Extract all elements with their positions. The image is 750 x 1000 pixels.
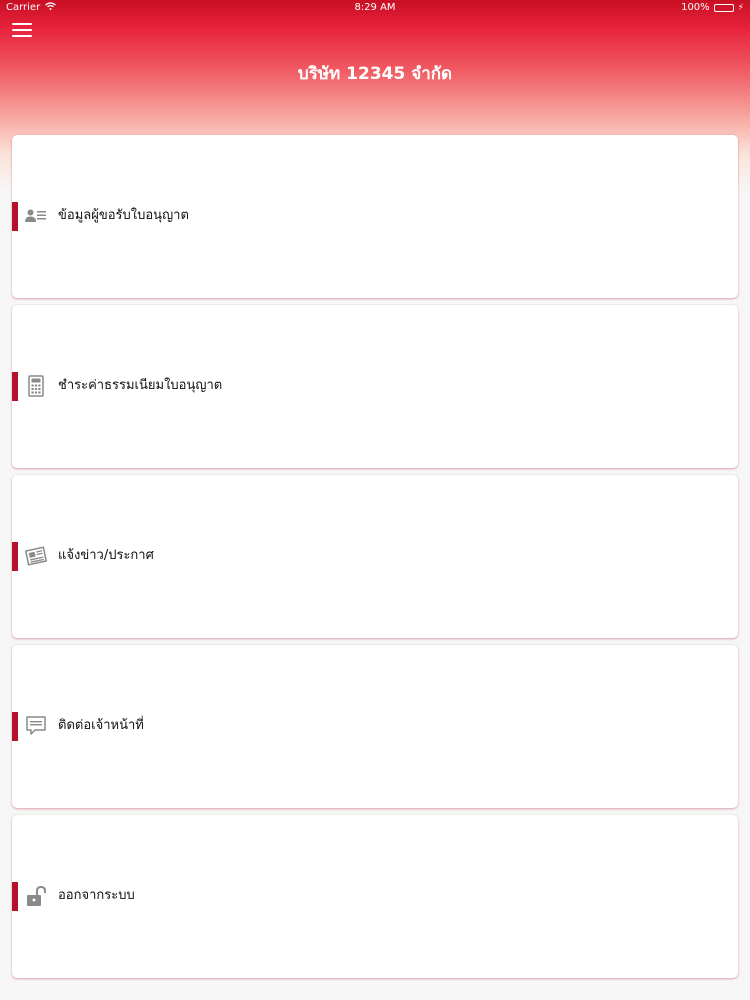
card-accent-bar (12, 882, 18, 911)
menu-list: ข้อมูลผู้ขอรับใบอนุญาต ชำระค่าธรรมเนียมใ… (12, 135, 738, 985)
card-label: ชำระค่าธรรมเนียมใบอนุญาต (58, 378, 223, 393)
newspaper-icon (24, 544, 48, 568)
menu-item-pay-fee[interactable]: ชำระค่าธรรมเนียมใบอนุญาต (12, 305, 738, 468)
card-label: ออกจากระบบ (58, 888, 135, 903)
chat-icon (24, 714, 48, 738)
card-label: แจ้งข่าว/ประกาศ (58, 548, 154, 563)
charging-icon: ⚡ (737, 3, 744, 13)
card-accent-bar (12, 712, 18, 741)
unlock-icon (24, 884, 48, 908)
menu-item-news[interactable]: แจ้งข่าว/ประกาศ (12, 475, 738, 638)
card-label: ติดต่อเจ้าหน้าที่ (58, 718, 144, 733)
battery-percent: 100% (681, 2, 710, 13)
card-accent-bar (12, 202, 18, 231)
menu-item-logout[interactable]: ออกจากระบบ (12, 815, 738, 978)
calculator-icon (24, 374, 48, 398)
battery-icon (713, 4, 734, 12)
menu-item-contact-staff[interactable]: ติดต่อเจ้าหน้าที่ (12, 645, 738, 808)
page-title: บริษัท 12345 จำกัด (297, 64, 453, 84)
card-accent-bar (12, 372, 18, 401)
user-info-icon (24, 204, 48, 228)
hamburger-icon-line (12, 23, 32, 25)
card-accent-bar (12, 542, 18, 571)
hamburger-icon-line (12, 29, 32, 31)
status-right: 100% ⚡ (681, 0, 744, 16)
card-label: ข้อมูลผู้ขอรับใบอนุญาต (58, 208, 189, 223)
hamburger-icon-line (12, 35, 32, 37)
hamburger-menu-button[interactable] (12, 22, 32, 38)
status-time: 8:29 AM (354, 2, 396, 13)
menu-item-applicant-info[interactable]: ข้อมูลผู้ขอรับใบอนุญาต (12, 135, 738, 298)
status-bar: Carrier 8:29 AM 100% ⚡ (0, 0, 750, 16)
